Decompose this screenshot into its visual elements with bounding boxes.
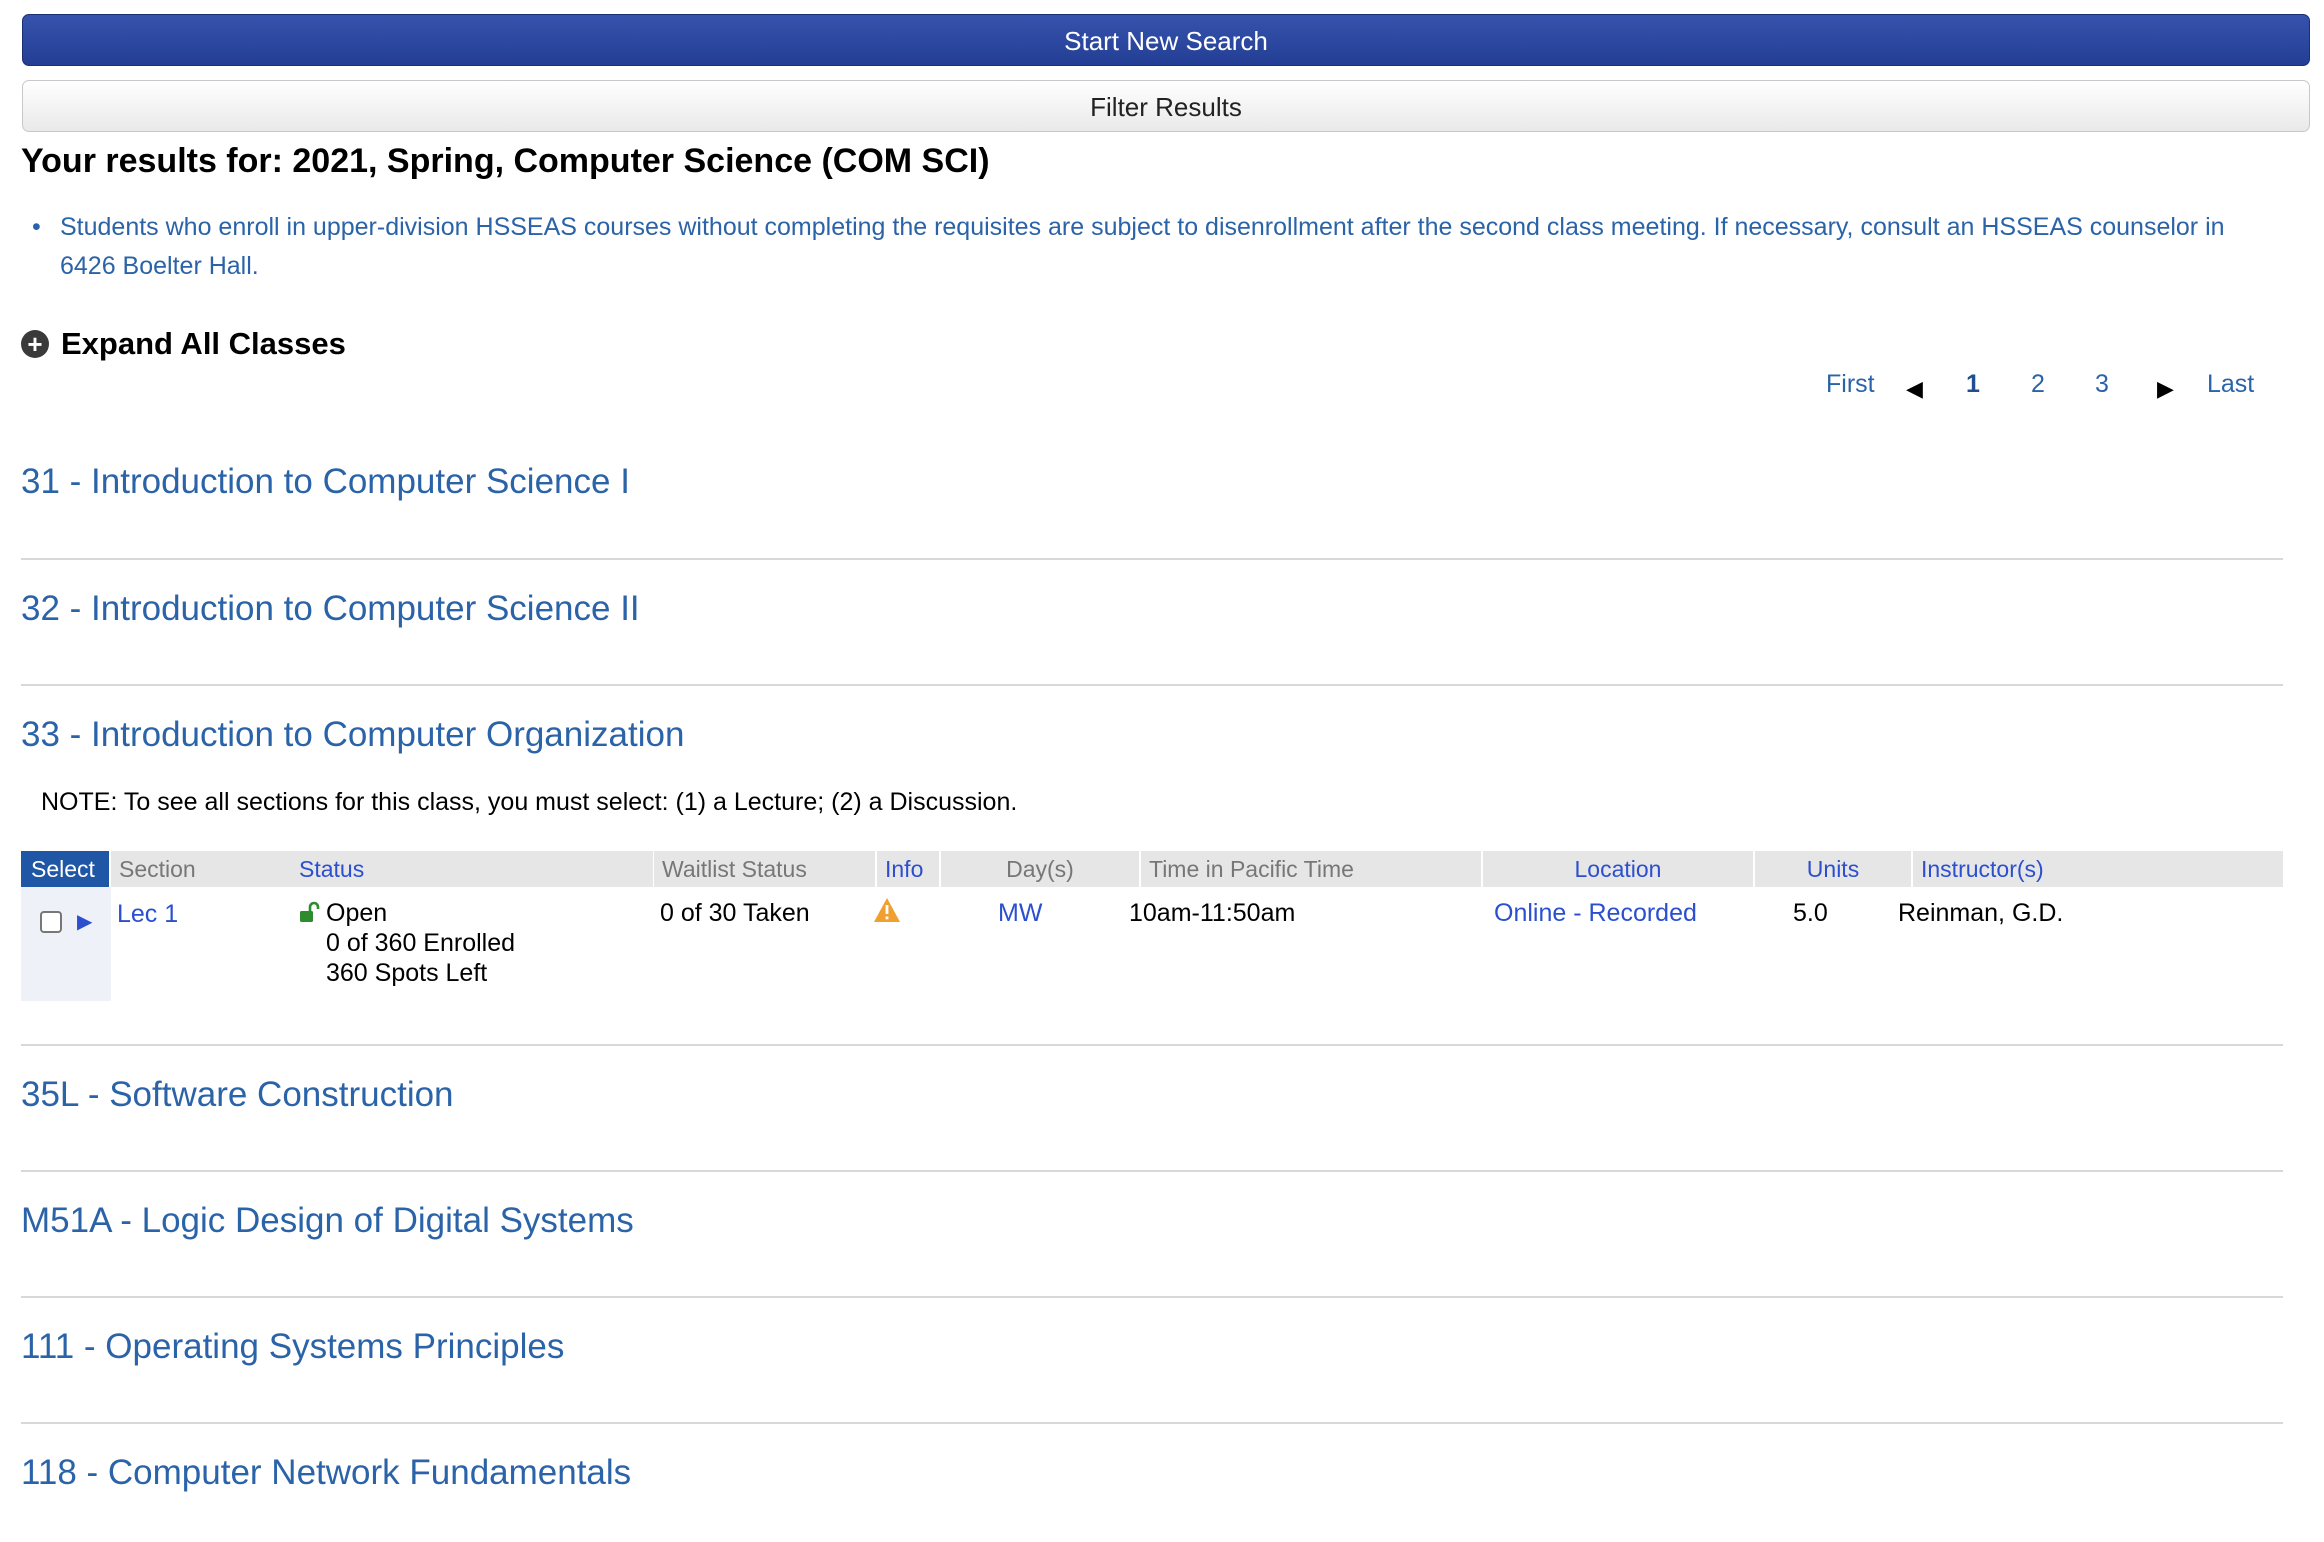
sections-table-header: Select Section Status Waitlist Status In… — [21, 851, 2283, 887]
location-link[interactable]: Online - Recorded — [1494, 898, 1697, 928]
pagination-first[interactable]: First — [1826, 370, 1875, 399]
warning-icon[interactable] — [873, 897, 901, 923]
section-link[interactable]: Lec 1 — [117, 899, 178, 929]
days-link[interactable]: MW — [998, 898, 1042, 928]
status-spots-left: 360 Spots Left — [326, 959, 488, 987]
waitlist-status: 0 of 30 Taken — [660, 899, 810, 927]
course-title-33[interactable]: 33 - Introduction to Computer Organizati… — [21, 715, 684, 755]
pagination-page-3[interactable]: 3 — [2095, 370, 2109, 399]
divider — [21, 1044, 2283, 1046]
section-select-checkbox[interactable] — [40, 911, 62, 933]
next-page-icon[interactable]: ▶ — [2157, 376, 2174, 402]
status-open: Open — [326, 899, 388, 927]
notice-text: Students who enroll in upper-division HS… — [60, 213, 2225, 280]
expand-all-label: Expand All Classes — [61, 326, 346, 361]
status-enrolled: 0 of 360 Enrolled — [326, 929, 516, 957]
expand-section-caret-icon[interactable]: ▶ — [77, 909, 92, 934]
instructor-value: Reinman, G.D. — [1898, 899, 2064, 927]
pagination-page-2[interactable]: 2 — [2031, 370, 2045, 399]
course-title-111[interactable]: 111 - Operating Systems Principles — [21, 1327, 564, 1367]
course-title-m51a[interactable]: M51A - Logic Design of Digital Systems — [21, 1201, 634, 1241]
time-value: 10am-11:50am — [1129, 899, 1296, 927]
header-waitlist-status: Waitlist Status — [654, 851, 875, 887]
units-value: 5.0 — [1793, 899, 1828, 927]
header-info[interactable]: Info — [877, 851, 939, 887]
divider — [21, 684, 2283, 686]
header-select: Select — [21, 851, 109, 887]
section-selection-note: NOTE: To see all sections for this class… — [41, 788, 1018, 816]
header-instructors[interactable]: Instructor(s) — [1913, 851, 2283, 887]
filter-results-button[interactable]: Filter Results — [22, 80, 2310, 132]
pagination-last[interactable]: Last — [2207, 370, 2254, 399]
divider — [21, 1296, 2283, 1298]
course-title-31[interactable]: 31 - Introduction to Computer Science I — [21, 462, 630, 502]
notice-bullet: • — [32, 213, 41, 241]
divider — [21, 558, 2283, 560]
pagination-page-1[interactable]: 1 — [1966, 370, 1980, 399]
header-time: Time in Pacific Time — [1141, 851, 1481, 887]
results-title: Your results for: 2021, Spring, Computer… — [21, 142, 990, 180]
open-lock-icon — [300, 901, 320, 922]
course-title-118[interactable]: 118 - Computer Network Fundamentals — [21, 1453, 631, 1493]
course-title-35l[interactable]: 35L - Software Construction — [21, 1075, 454, 1115]
start-new-search-button[interactable]: Start New Search — [22, 14, 2310, 66]
previous-page-icon[interactable]: ◀ — [1906, 376, 1923, 402]
class-search-results-page: Start New Search Filter Results Your res… — [0, 0, 2324, 1542]
header-location[interactable]: Location — [1483, 851, 1753, 887]
header-days: Day(s) — [941, 851, 1139, 887]
header-section: Section — [111, 851, 309, 887]
expand-all-classes[interactable]: + Expand All Classes — [21, 324, 346, 364]
header-status[interactable]: Status — [291, 851, 653, 887]
divider — [21, 1422, 2283, 1424]
select-cell — [21, 887, 111, 1001]
header-units[interactable]: Units — [1755, 851, 1911, 887]
course-title-32[interactable]: 32 - Introduction to Computer Science II — [21, 589, 640, 629]
plus-circle-icon: + — [21, 330, 49, 358]
divider — [21, 1170, 2283, 1172]
